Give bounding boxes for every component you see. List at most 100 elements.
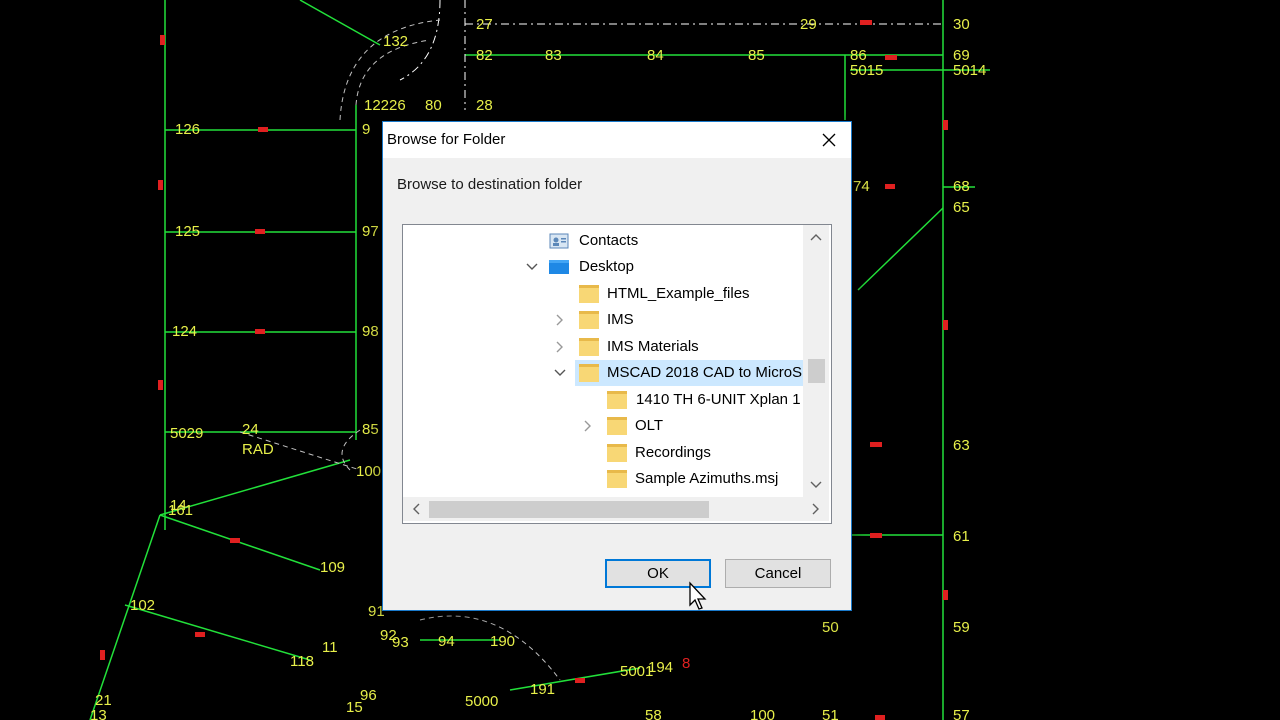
folder-icon — [607, 444, 627, 462]
svg-text:65: 65 — [953, 199, 970, 216]
svg-text:57: 57 — [953, 707, 970, 720]
contacts-icon — [549, 233, 569, 249]
svg-text:190: 190 — [490, 633, 515, 650]
tree-item-html-example-files[interactable]: HTML_Example_files — [403, 281, 803, 307]
svg-text:85: 85 — [748, 47, 765, 64]
svg-text:13: 13 — [90, 707, 107, 720]
tree-item-olt[interactable]: OLT — [403, 413, 803, 439]
svg-text:8: 8 — [682, 655, 690, 672]
close-icon — [822, 133, 836, 147]
svg-text:124: 124 — [172, 323, 197, 340]
dialog-title: Browse for Folder — [387, 131, 506, 148]
dialog-titlebar[interactable]: Browse for Folder — [383, 122, 851, 158]
tree-item-label: IMS — [607, 311, 634, 328]
svg-text:191: 191 — [530, 681, 555, 698]
svg-text:80: 80 — [425, 97, 442, 114]
svg-text:118: 118 — [290, 653, 314, 670]
horizontal-scrollbar[interactable] — [403, 497, 803, 521]
chevron-left-icon — [413, 503, 420, 515]
mouse-pointer-icon — [689, 581, 707, 610]
svg-text:98: 98 — [362, 323, 379, 340]
folder-icon — [579, 364, 599, 382]
svg-text:194: 194 — [648, 659, 673, 676]
svg-text:83: 83 — [545, 47, 562, 64]
chevron-right-icon[interactable] — [581, 419, 595, 433]
svg-text:97: 97 — [362, 223, 379, 240]
folder-tree[interactable]: Contacts Desktop HTML_Example_files IMS … — [402, 224, 832, 524]
chevron-down-icon[interactable] — [525, 260, 539, 274]
tree-item-label: Recordings — [635, 444, 711, 461]
close-button[interactable] — [807, 122, 851, 158]
svg-text:125: 125 — [175, 223, 200, 240]
desktop-icon — [549, 260, 569, 274]
svg-text:126: 126 — [175, 121, 200, 138]
chevron-down-icon[interactable] — [553, 366, 567, 380]
chevron-down-icon — [810, 481, 822, 488]
svg-text:27: 27 — [476, 16, 493, 33]
tree-item-ims-materials[interactable]: IMS Materials — [403, 334, 803, 360]
svg-text:15: 15 — [346, 699, 363, 716]
tree-item-contacts[interactable]: Contacts — [403, 228, 803, 254]
svg-text:9: 9 — [362, 121, 370, 138]
vertical-scrollbar[interactable] — [803, 225, 829, 497]
scroll-left-button[interactable] — [403, 497, 429, 521]
svg-text:24: 24 — [242, 421, 259, 438]
svg-text:132: 132 — [383, 33, 408, 50]
chevron-right-icon — [812, 503, 819, 515]
dialog-prompt: Browse to destination folder — [397, 176, 583, 193]
svg-text:28: 28 — [476, 97, 493, 114]
scroll-down-button[interactable] — [803, 473, 829, 497]
svg-text:29: 29 — [800, 16, 817, 33]
svg-text:58: 58 — [645, 707, 662, 720]
folder-icon — [579, 338, 599, 356]
svg-text:84: 84 — [647, 47, 664, 64]
horizontal-scroll-thumb[interactable] — [429, 501, 709, 518]
svg-text:102: 102 — [130, 597, 155, 614]
svg-text:RAD: RAD — [242, 441, 274, 458]
scroll-up-button[interactable] — [803, 225, 829, 249]
chevron-right-icon[interactable] — [553, 340, 567, 354]
tree-item-label: 1410 TH 6-UNIT Xplan 1 — [636, 391, 801, 408]
tree-item-label: MSCAD 2018 CAD to MicroS — [607, 364, 803, 381]
svg-text:5029: 5029 — [170, 425, 203, 442]
tree-item-ims[interactable]: IMS — [403, 307, 803, 333]
svg-text:12226: 12226 — [364, 97, 406, 114]
tree-item-label: Contacts — [579, 232, 639, 249]
folder-icon — [579, 285, 599, 303]
folder-tree-rows: Contacts Desktop HTML_Example_files IMS … — [403, 225, 803, 497]
tree-item-label: Sample Azimuths.msj — [635, 470, 779, 487]
chevron-right-icon[interactable] — [553, 313, 567, 327]
scroll-right-button[interactable] — [803, 497, 829, 521]
svg-text:94: 94 — [438, 633, 455, 650]
svg-text:61: 61 — [953, 528, 970, 545]
svg-text:11: 11 — [322, 639, 338, 656]
folder-icon — [579, 311, 599, 329]
svg-text:93: 93 — [392, 634, 409, 651]
tree-item-1410-th[interactable]: 1410 TH 6-UNIT Xplan 1 — [403, 387, 803, 413]
tree-item-label: IMS Materials — [607, 338, 699, 355]
tree-item-mscad-2018[interactable]: MSCAD 2018 CAD to MicroS — [403, 360, 803, 386]
svg-text:5015: 5015 — [850, 62, 883, 79]
svg-text:85: 85 — [362, 421, 379, 438]
tree-item-label: OLT — [635, 417, 664, 434]
svg-text:51: 51 — [822, 707, 839, 720]
tree-item-desktop[interactable]: Desktop — [403, 254, 803, 280]
folder-icon — [607, 417, 627, 435]
svg-text:59: 59 — [953, 619, 970, 636]
folder-icon — [607, 391, 627, 409]
svg-text:63: 63 — [953, 437, 970, 454]
svg-text:109: 109 — [320, 559, 345, 576]
tree-item-sample-azimuths[interactable]: Sample Azimuths.msj — [403, 466, 803, 492]
svg-text:68: 68 — [953, 178, 970, 195]
svg-text:74: 74 — [853, 178, 870, 195]
tree-item-label: Desktop — [579, 258, 635, 275]
svg-text:82: 82 — [476, 47, 493, 64]
tree-item-recordings[interactable]: Recordings — [403, 440, 803, 466]
svg-text:100: 100 — [356, 463, 381, 480]
svg-text:161: 161 — [168, 502, 193, 519]
scroll-corner — [803, 497, 829, 521]
svg-text:5000: 5000 — [465, 693, 498, 710]
vertical-scroll-thumb[interactable] — [808, 359, 825, 383]
cancel-button[interactable]: Cancel — [725, 559, 831, 588]
svg-text:5014: 5014 — [953, 62, 986, 79]
